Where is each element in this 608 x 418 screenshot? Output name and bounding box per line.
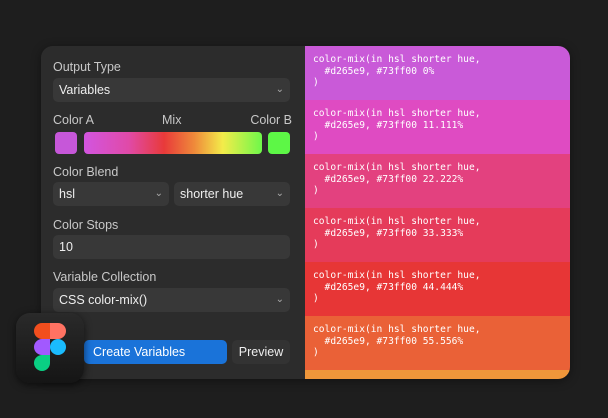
color-b-label: Color B xyxy=(250,113,292,127)
mix-gradient-bar xyxy=(84,132,262,154)
preview-block: color-mix(in hsl shorter hue, #d265e9, #… xyxy=(305,316,570,370)
color-blend-label: Color Blend xyxy=(53,165,119,179)
preview-list: color-mix(in hsl shorter hue, #d265e9, #… xyxy=(305,46,570,379)
chevron-down-icon: ⌄ xyxy=(275,294,284,305)
preview-block: color-mix(in hsl shorter hue, #d265e9, #… xyxy=(305,208,570,262)
variable-collection-value: CSS color-mix() xyxy=(59,293,148,307)
figma-logo-icon xyxy=(16,313,84,383)
chevron-down-icon: ⌄ xyxy=(275,188,284,199)
variable-collection-select[interactable]: CSS color-mix() ⌄ xyxy=(53,288,290,312)
hue-method-value: shorter hue xyxy=(180,187,244,201)
preview-block-partial xyxy=(305,370,570,379)
chevron-down-icon: ⌄ xyxy=(275,84,284,95)
output-type-value: Variables xyxy=(59,83,111,97)
color-space-select[interactable]: hsl ⌄ xyxy=(53,182,169,206)
chevron-down-icon: ⌄ xyxy=(154,188,163,199)
output-type-select[interactable]: Variables ⌄ xyxy=(53,78,290,102)
mix-label: Mix xyxy=(162,113,182,127)
create-variables-button[interactable]: Create Variables xyxy=(84,340,227,364)
variable-collection-label: Variable Collection xyxy=(53,270,157,284)
color-a-swatch[interactable] xyxy=(55,132,77,154)
preview-button[interactable]: Preview xyxy=(232,340,290,364)
output-type-label: Output Type xyxy=(53,60,121,74)
preview-block: color-mix(in hsl shorter hue, #d265e9, #… xyxy=(305,100,570,154)
plugin-window: Output Type Variables ⌄ Color A Mix Color… xyxy=(41,46,570,379)
color-a-label: Color A xyxy=(53,113,94,127)
color-b-swatch[interactable] xyxy=(268,132,290,154)
color-space-value: hsl xyxy=(59,187,75,201)
hue-method-select[interactable]: shorter hue ⌄ xyxy=(174,182,290,206)
preview-block: color-mix(in hsl shorter hue, #d265e9, #… xyxy=(305,154,570,208)
preview-block: color-mix(in hsl shorter hue, #d265e9, #… xyxy=(305,262,570,316)
preview-block: color-mix(in hsl shorter hue, #d265e9, #… xyxy=(305,46,570,100)
color-stops-label: Color Stops xyxy=(53,218,119,232)
color-stops-input[interactable]: 10 xyxy=(53,235,290,259)
